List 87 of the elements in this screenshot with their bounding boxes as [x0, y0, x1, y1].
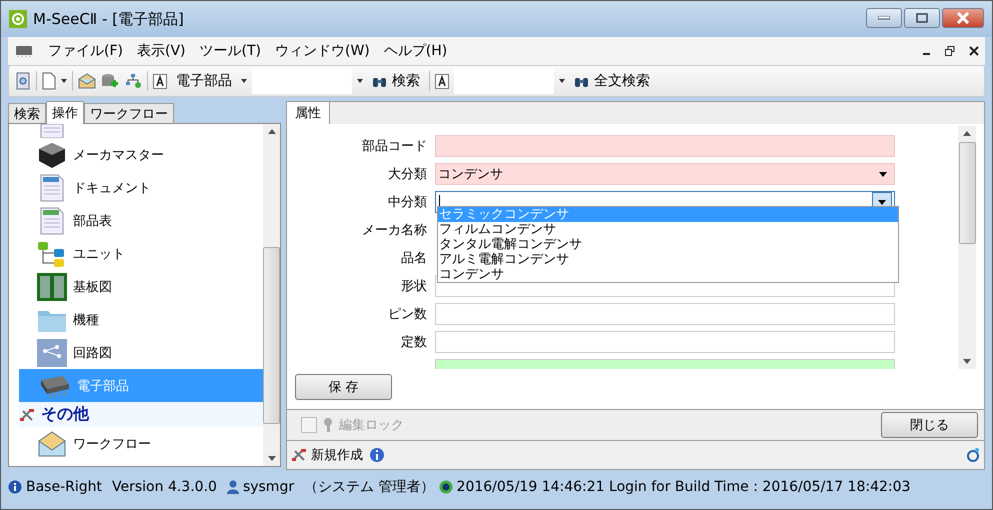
tools-icon [291, 448, 307, 462]
tree-item[interactable]: メーカマスター [19, 138, 263, 171]
close-icon [956, 12, 970, 24]
tab[interactable]: ワークフロー [84, 103, 174, 123]
tree-item[interactable]: ドキュメント [19, 171, 263, 204]
hierarchy-add-icon[interactable] [124, 73, 142, 89]
tree-item[interactable]: 回路図 [19, 336, 263, 369]
info-icon [8, 480, 22, 494]
user-name: sysmgr [242, 479, 294, 495]
dropdown-field[interactable]: コンデンサ [435, 163, 895, 185]
field-label: 品名 [400, 250, 427, 267]
scroll-up-icon[interactable] [963, 131, 971, 136]
circuit-board-icon [37, 272, 67, 300]
search-document-icon[interactable] [15, 72, 31, 90]
product-name: Base-Right [26, 479, 102, 495]
save-button[interactable]: 保 存 [295, 374, 392, 400]
minimize-icon [878, 16, 890, 20]
version-text: Version 4.3.0.0 [112, 479, 217, 495]
caret-icon[interactable] [357, 79, 363, 83]
scrollbar[interactable] [263, 124, 280, 466]
menu-item[interactable]: ヘルプ(H) [384, 42, 448, 60]
category-combo[interactable]: 電子部品 [172, 68, 236, 94]
caret-icon[interactable] [559, 79, 565, 83]
field-label: 形状 [400, 278, 427, 295]
envelope-icon [37, 430, 67, 458]
key-icon [321, 417, 335, 433]
field-label: ピン数 [387, 306, 427, 323]
input-field[interactable] [435, 135, 895, 157]
tab[interactable]: 検索 [8, 103, 46, 123]
dropdown-option[interactable]: コンデンサ [438, 267, 898, 282]
scroll-up-icon[interactable] [268, 129, 276, 134]
close-button[interactable]: 閉じる [881, 412, 978, 438]
scrollbar[interactable] [958, 126, 976, 369]
menu-item[interactable]: 表示(V) [136, 42, 186, 60]
tab[interactable]: 属性 [287, 102, 330, 124]
new-button[interactable]: 新規作成 [291, 446, 363, 464]
scroll-down-icon[interactable] [268, 456, 276, 461]
refresh-icon[interactable] [966, 447, 980, 463]
input-field[interactable] [435, 303, 895, 325]
field-label: 中分類 [387, 194, 427, 211]
tools-icon [19, 408, 35, 422]
info-icon[interactable] [369, 447, 385, 463]
dropdown-option[interactable]: タンタル電解コンデンサ [438, 237, 898, 252]
search-button[interactable]: 検索 [368, 72, 424, 90]
lock-label: 編集ロック [339, 417, 404, 434]
font-icon[interactable] [153, 74, 167, 88]
user-icon [226, 480, 239, 494]
caret-icon[interactable] [241, 79, 247, 83]
envelope-icon[interactable] [78, 73, 96, 89]
close-button[interactable] [942, 8, 984, 28]
field-label: メーカ名称 [361, 222, 427, 239]
dropdown-caret-icon[interactable] [61, 79, 67, 83]
dropdown-option[interactable]: フィルムコンデンサ [438, 222, 898, 237]
cube-icon [37, 140, 67, 168]
restore-icon[interactable] [945, 46, 955, 56]
app-icon [9, 10, 27, 28]
field-label: 定数 [400, 334, 427, 351]
minimize-button[interactable] [866, 8, 902, 28]
field-label: 大分類 [387, 166, 427, 183]
menu-item[interactable]: ウィンドウ(W) [274, 42, 370, 60]
window-title: M-SeeCⅡ - [電子部品] [33, 10, 184, 28]
input-field[interactable] [435, 331, 895, 353]
tree-item[interactable]: 機種 [19, 303, 263, 336]
new-document-icon[interactable] [42, 72, 56, 90]
font-icon[interactable] [435, 74, 449, 88]
tab[interactable]: 操作 [46, 101, 84, 124]
menu-item[interactable]: ファイル(F) [48, 42, 123, 60]
diagram-icon [37, 338, 67, 366]
maximize-icon [916, 13, 928, 23]
tree-item[interactable]: 基板図 [19, 270, 263, 303]
close-icon[interactable] [969, 46, 979, 56]
tree-item[interactable]: ワークフロー [19, 427, 263, 460]
login-info: 2016/05/19 14:46:21 Login for Build Time : 2016/05/17 18:42:03 [456, 479, 910, 495]
maximize-button[interactable] [904, 8, 940, 28]
database-add-icon[interactable] [101, 73, 119, 89]
power-icon [438, 480, 453, 494]
tree-item[interactable]: 部品表 [19, 204, 263, 237]
hierarchy-icon [37, 240, 67, 268]
dropdown-option[interactable]: アルミ電解コンデンサ [438, 252, 898, 267]
tree-item[interactable]: ユニット [19, 237, 263, 270]
chip-icon [14, 45, 34, 57]
user-role: （システム 管理者） [304, 478, 435, 496]
category-header[interactable]: その他 [19, 402, 263, 427]
scroll-down-icon[interactable] [963, 359, 971, 364]
menu-item[interactable]: ツール(T) [200, 42, 261, 60]
fulltext-search-button[interactable]: 全文検索 [570, 72, 654, 90]
field-label: 部品コード [361, 138, 427, 155]
